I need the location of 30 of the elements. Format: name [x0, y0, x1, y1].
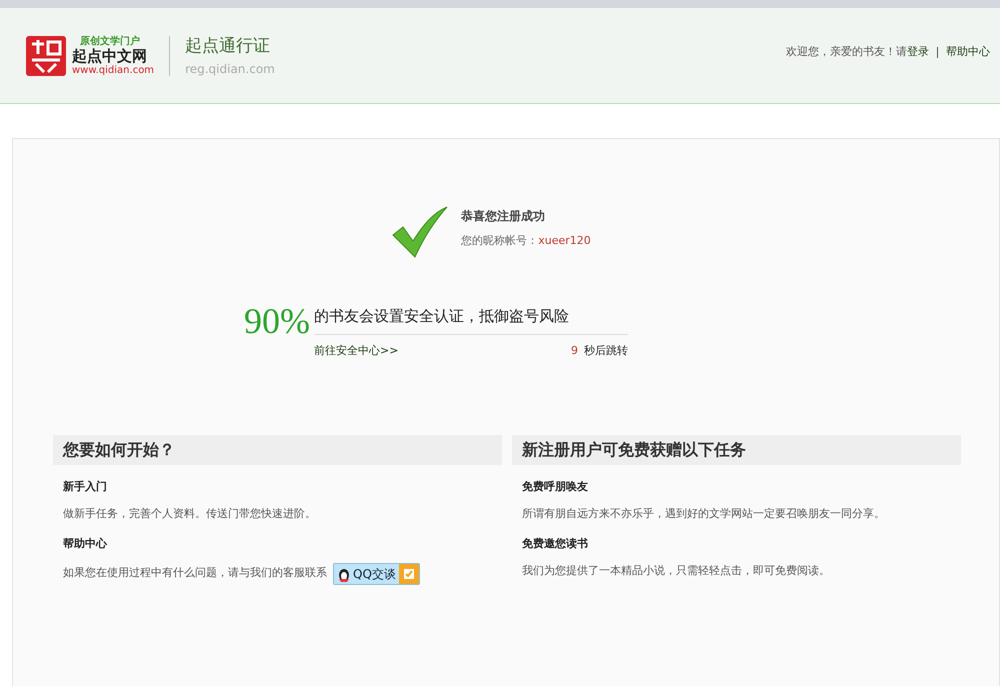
welcome-text: 欢迎您，亲爱的书友！请 [786, 44, 907, 60]
logo-url: www.qidian.com [72, 66, 154, 76]
account-label: 您的昵称帐号： [461, 233, 538, 249]
section-header: 您要如何开始？ [53, 435, 502, 465]
item-heading: 免费呼朋唤友 [522, 479, 589, 495]
item-heading: 免费邀您读书 [522, 536, 589, 552]
countdown-label: 秒后跳转 [584, 342, 628, 358]
item-heading: 帮助中心 [63, 536, 108, 552]
item-heading: 新手入门 [63, 479, 108, 495]
item-description: 做新手任务，完善个人资料。传送门带您快速进阶。 [63, 506, 316, 522]
item-description: 如果您在使用过程中有什么问题，请与我们的客服联系 [63, 565, 327, 582]
login-link[interactable]: 登录 [907, 44, 929, 60]
success-title: 恭喜您注册成功 [461, 208, 546, 225]
site-url: reg.qidian.com [185, 60, 275, 78]
logo-name: 起点中文网 [72, 48, 147, 64]
item-description: 我们为您提供了一本精品小说，只需轻轻点击，即可免费阅读。 [522, 562, 830, 578]
checkmark-icon [391, 205, 450, 259]
check-badge-icon [398, 564, 419, 584]
qq-chat-button[interactable]: QQ交谈 [333, 562, 420, 584]
help-link[interactable]: 帮助中心 [946, 44, 990, 60]
security-center-link[interactable]: 前往安全中心>> [314, 342, 398, 359]
logo-icon [24, 34, 68, 78]
security-message: 的书友会设置安全认证，抵御盗号风险 [314, 305, 628, 334]
percent-stat: 90% [244, 303, 310, 343]
countdown-number: 9 [571, 342, 578, 358]
item-description: 所谓有朋自远方来不亦乐乎，遇到好的文学网站一定要召唤朋友一同分享。 [522, 506, 885, 522]
site-title: 起点通行证 [185, 35, 272, 58]
logo-tagline: 原创文学门户 [80, 36, 141, 46]
section-header: 新注册用户可免费获赠以下任务 [512, 435, 961, 465]
account-name: xueer120 [538, 233, 591, 249]
